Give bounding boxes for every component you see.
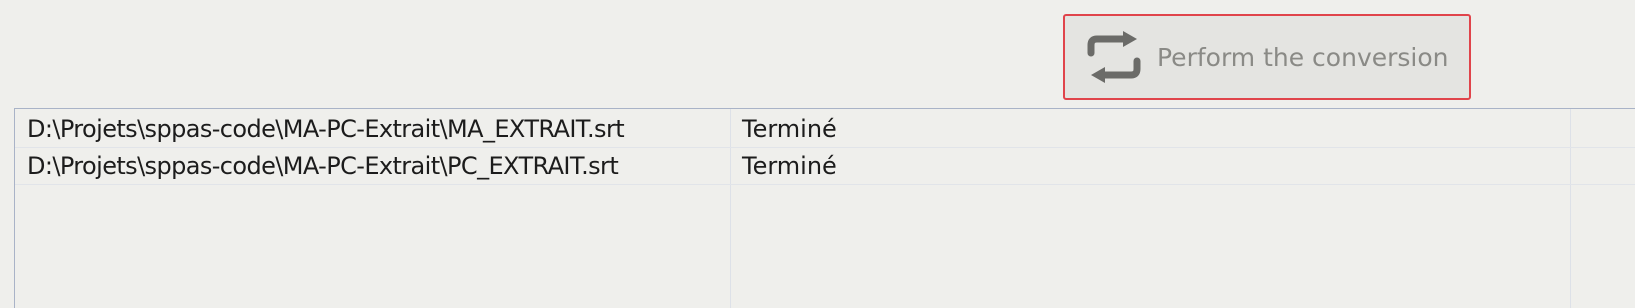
file-path: D:\Projets\sppas-code\MA-PC-Extrait\PC_E… <box>27 152 619 180</box>
file-path: D:\Projets\sppas-code\MA-PC-Extrait\MA_E… <box>27 115 625 143</box>
sync-arrows-icon <box>1085 28 1143 86</box>
list-item[interactable]: D:\Projets\sppas-code\MA-PC-Extrait\MA_E… <box>15 111 1635 148</box>
perform-conversion-button[interactable]: Perform the conversion <box>1063 14 1471 100</box>
list-item[interactable]: D:\Projets\sppas-code\MA-PC-Extrait\PC_E… <box>15 148 1635 185</box>
file-status: Terminé <box>742 152 837 180</box>
file-status: Terminé <box>742 115 837 143</box>
file-list[interactable]: D:\Projets\sppas-code\MA-PC-Extrait\MA_E… <box>14 108 1635 308</box>
perform-conversion-label: Perform the conversion <box>1157 42 1449 72</box>
